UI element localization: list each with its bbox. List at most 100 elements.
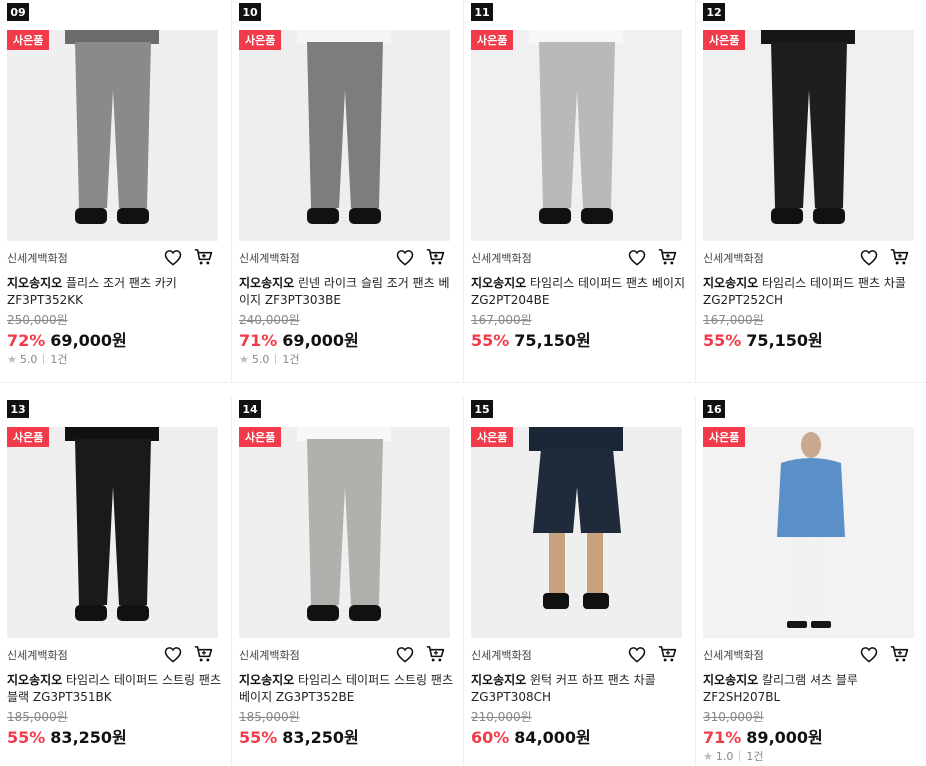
heart-icon[interactable] bbox=[395, 247, 415, 267]
cart-icon[interactable] bbox=[889, 644, 909, 664]
store-name[interactable]: 신세계백화점 bbox=[7, 647, 68, 663]
product-image[interactable]: 사은품 bbox=[7, 30, 218, 241]
product-image[interactable]: 사은품 bbox=[471, 30, 682, 241]
gift-badge: 사은품 bbox=[471, 427, 514, 447]
rating: ★ 5.0 1건 bbox=[239, 351, 300, 367]
pant-leg-right bbox=[811, 537, 825, 623]
discount-rate: 55% bbox=[239, 728, 278, 747]
sale-price: 83,250원 bbox=[282, 728, 359, 747]
model-top bbox=[65, 30, 159, 44]
sale-price: 69,000원 bbox=[282, 331, 359, 350]
heart-icon[interactable] bbox=[163, 644, 183, 664]
product-card-10[interactable]: 10 사은품 신세계백화점 지오송지오 린넨 라이크 슬림 조거 팬츠 베이지 … bbox=[232, 0, 464, 383]
rating-score: 5.0 bbox=[251, 352, 270, 366]
product-name[interactable]: 지오송지오 타임리스 테이퍼드 팬츠 차콜 ZG2PT252CH bbox=[703, 275, 918, 309]
product-name[interactable]: 지오송지오 플리스 조거 팬츠 카키 ZF3PT352KK bbox=[7, 275, 222, 309]
product-name[interactable]: 지오송지오 윈턱 커프 하프 팬츠 차콜 ZG3PT308CH bbox=[471, 672, 686, 706]
rating-score: 5.0 bbox=[19, 352, 38, 366]
heart-icon[interactable] bbox=[627, 247, 647, 267]
store-name[interactable]: 신세계백화점 bbox=[239, 647, 300, 663]
rating: ★ 5.0 1건 bbox=[7, 351, 68, 367]
product-image[interactable]: 사은품 bbox=[7, 427, 218, 638]
gift-badge: 사은품 bbox=[471, 30, 514, 50]
heart-icon[interactable] bbox=[163, 247, 183, 267]
shoe-right bbox=[349, 605, 381, 621]
product-card-13[interactable]: 13 사은품 신세계백화점 지오송지오 타임리스 테이퍼드 스트링 팬츠 블랙 … bbox=[0, 397, 232, 766]
gift-badge: 사은품 bbox=[7, 427, 50, 447]
store-name[interactable]: 신세계백화점 bbox=[471, 647, 532, 663]
product-name[interactable]: 지오송지오 타임리스 테이퍼드 팬츠 베이지 ZG2PT204BE bbox=[471, 275, 686, 309]
product-name[interactable]: 지오송지오 린넨 라이크 슬림 조거 팬츠 베이지 ZF3PT303BE bbox=[239, 275, 454, 309]
store-name[interactable]: 신세계백화점 bbox=[239, 250, 300, 266]
original-price: 310,000원 bbox=[703, 710, 764, 724]
product-card-09[interactable]: 09 사은품 신세계백화점 지오송지오 플리스 조거 팬츠 카키 ZF3PT35… bbox=[0, 0, 232, 383]
store-name[interactable]: 신세계백화점 bbox=[703, 250, 764, 266]
product-image[interactable]: 사은품 bbox=[703, 427, 914, 638]
heart-icon[interactable] bbox=[859, 247, 879, 267]
cart-icon[interactable] bbox=[193, 644, 213, 664]
rank-badge: 10 bbox=[239, 3, 261, 21]
original-price: 240,000원 bbox=[239, 313, 300, 327]
discount-rate: 55% bbox=[471, 331, 510, 350]
leg-left bbox=[549, 533, 565, 595]
shoe-left bbox=[771, 208, 803, 224]
shoe-right bbox=[813, 208, 845, 224]
heart-icon[interactable] bbox=[859, 644, 879, 664]
product-card-15[interactable]: 15 사은품 신세계백화점 지오송지오 윈턱 커프 하프 팬츠 차콜 ZG3PT… bbox=[464, 397, 696, 766]
divider bbox=[43, 354, 45, 364]
shoe-right bbox=[811, 621, 831, 628]
product-card-12[interactable]: 12 사은품 신세계백화점 지오송지오 타임리스 테이퍼드 팬츠 차콜 ZG2P… bbox=[696, 0, 926, 383]
original-price: 167,000원 bbox=[471, 313, 532, 327]
model-head bbox=[801, 432, 821, 458]
heart-icon[interactable] bbox=[627, 644, 647, 664]
shoe-right bbox=[583, 593, 609, 609]
discount-rate: 55% bbox=[703, 331, 742, 350]
product-image[interactable]: 사은품 bbox=[471, 427, 682, 638]
shoe-left bbox=[75, 208, 107, 224]
cart-icon[interactable] bbox=[193, 247, 213, 267]
cart-icon[interactable] bbox=[657, 247, 677, 267]
sale-price: 75,150원 bbox=[514, 331, 591, 350]
rank-badge: 09 bbox=[7, 3, 29, 21]
discount-rate: 71% bbox=[239, 331, 278, 350]
discount-rate: 71% bbox=[703, 728, 742, 747]
product-name[interactable]: 지오송지오 칼리그램 셔츠 블루 ZF2SH207BL bbox=[703, 672, 918, 706]
rank-badge: 11 bbox=[471, 3, 493, 21]
shoe-left bbox=[307, 605, 339, 621]
cart-icon[interactable] bbox=[425, 644, 445, 664]
gift-badge: 사은품 bbox=[239, 30, 282, 50]
rating-score: 1.0 bbox=[715, 749, 734, 763]
sale-price: 75,150원 bbox=[746, 331, 823, 350]
gift-badge: 사은품 bbox=[703, 427, 746, 447]
store-name[interactable]: 신세계백화점 bbox=[7, 250, 68, 266]
cart-icon[interactable] bbox=[657, 644, 677, 664]
shoe-left bbox=[307, 208, 339, 224]
model-top bbox=[529, 427, 623, 451]
review-count: 1건 bbox=[50, 353, 68, 366]
product-name[interactable]: 지오송지오 타임리스 테이퍼드 스트링 팬츠 베이지 ZG3PT352BE bbox=[239, 672, 454, 706]
divider bbox=[275, 354, 277, 364]
cart-icon[interactable] bbox=[425, 247, 445, 267]
brand-name: 지오송지오 bbox=[7, 673, 63, 687]
heart-icon[interactable] bbox=[395, 644, 415, 664]
product-card-14[interactable]: 14 사은품 신세계백화점 지오송지오 타임리스 테이퍼드 스트링 팬츠 베이지… bbox=[232, 397, 464, 766]
shirt-body bbox=[777, 458, 845, 537]
shoe-right bbox=[117, 605, 149, 621]
product-image[interactable]: 사은품 bbox=[703, 30, 914, 241]
product-name[interactable]: 지오송지오 타임리스 테이퍼드 스트링 팬츠 블랙 ZG3PT351BK bbox=[7, 672, 222, 706]
shoe-right bbox=[349, 208, 381, 224]
gift-badge: 사은품 bbox=[7, 30, 50, 50]
product-card-16[interactable]: 16 사은품 신세계백화점 지오송지오 칼리그램 셔츠 블루 ZF2SH207B… bbox=[696, 397, 926, 766]
model-top bbox=[297, 427, 391, 441]
product-image[interactable]: 사은품 bbox=[239, 30, 450, 241]
star-icon: ★ bbox=[703, 749, 713, 763]
product-card-11[interactable]: 11 사은품 신세계백화점 지오송지오 타임리스 테이퍼드 팬츠 베이지 ZG2… bbox=[464, 0, 696, 383]
original-price: 210,000원 bbox=[471, 710, 532, 724]
cart-icon[interactable] bbox=[889, 247, 909, 267]
review-count: 1건 bbox=[746, 750, 764, 763]
store-name[interactable]: 신세계백화점 bbox=[471, 250, 532, 266]
model-top bbox=[529, 30, 623, 44]
brand-name: 지오송지오 bbox=[471, 673, 527, 687]
product-image[interactable]: 사은품 bbox=[239, 427, 450, 638]
store-name[interactable]: 신세계백화점 bbox=[703, 647, 764, 663]
